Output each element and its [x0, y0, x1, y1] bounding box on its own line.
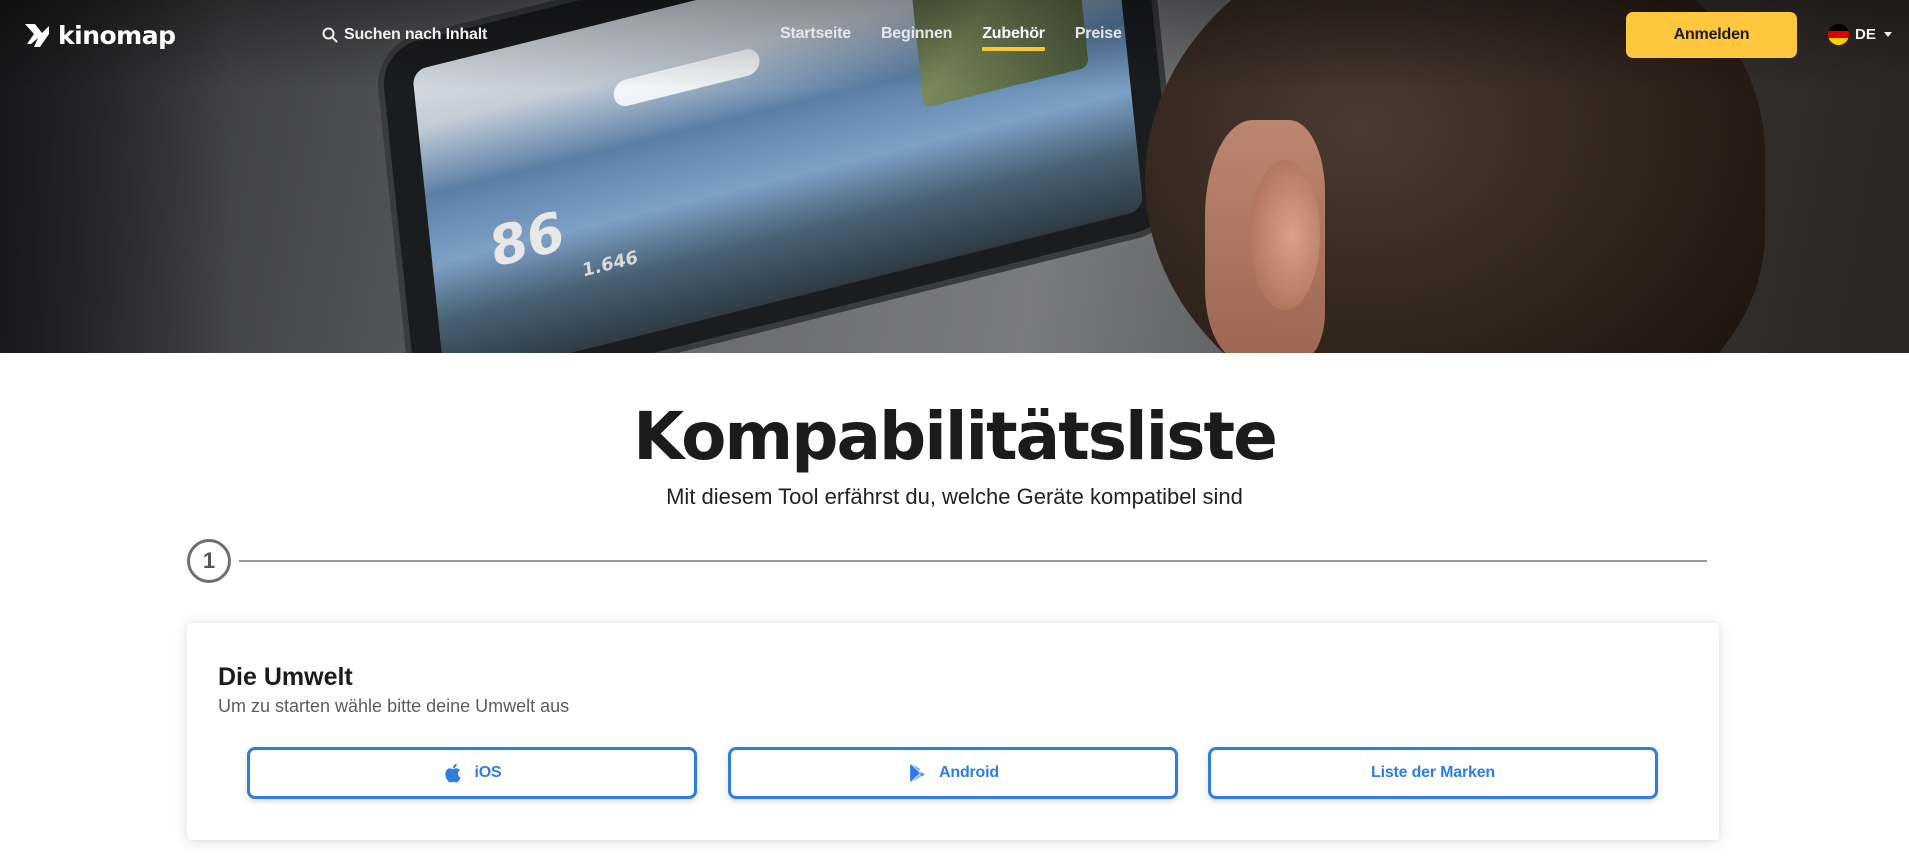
tablet-speed: 86 — [487, 198, 567, 281]
logo-text: kinomap — [58, 20, 176, 50]
kinomap-logo-icon — [25, 24, 49, 47]
german-flag-icon — [1828, 24, 1849, 45]
stepper: 1 — [187, 539, 1707, 583]
logo[interactable]: kinomap — [22, 20, 176, 50]
hero-person-ear — [1250, 160, 1320, 310]
android-button-label: Android — [939, 764, 999, 781]
ios-button[interactable]: iOS — [247, 747, 697, 799]
menu-item-startseite[interactable]: Startseite — [780, 25, 851, 43]
brand-list-button[interactable]: Liste der Marken — [1208, 747, 1658, 799]
step-divider — [239, 560, 1707, 562]
menu-item-zubehoer[interactable]: Zubehör — [982, 25, 1045, 51]
play-store-icon — [910, 763, 925, 783]
environment-title: Die Umwelt — [218, 663, 353, 691]
android-button[interactable]: Android — [728, 747, 1178, 799]
login-button[interactable]: Anmelden — [1626, 12, 1797, 58]
top-navigation: kinomap Suchen nach Inhalt Startseite Be… — [0, 0, 1909, 70]
menu-item-preise[interactable]: Preise — [1075, 25, 1122, 43]
ios-button-label: iOS — [474, 764, 502, 781]
chevron-down-icon — [1883, 32, 1892, 37]
page-subtitle: Mit diesem Tool erfährst du, welche Gerä… — [666, 484, 1243, 509]
tablet-distance: 1.646 — [581, 246, 639, 282]
search-label: Suchen nach Inhalt — [344, 26, 488, 43]
environment-card: Die Umwelt Um zu starten wähle bitte dei… — [187, 623, 1719, 840]
apple-icon — [444, 763, 461, 783]
step-indicator: 1 — [187, 539, 231, 583]
language-selector[interactable]: DE — [1828, 24, 1892, 45]
menu-item-beginnen[interactable]: Beginnen — [881, 25, 952, 43]
search-icon — [322, 27, 338, 43]
environment-subtitle: Um zu starten wähle bitte deine Umwelt a… — [218, 696, 570, 716]
search-trigger[interactable]: Suchen nach Inhalt — [322, 26, 487, 44]
language-label: DE — [1855, 26, 1876, 43]
main-menu: Startseite Beginnen Zubehör Preise — [780, 25, 1122, 51]
page-title: Kompabilitätsliste — [633, 398, 1278, 475]
brand-list-button-label: Liste der Marken — [1371, 764, 1495, 781]
